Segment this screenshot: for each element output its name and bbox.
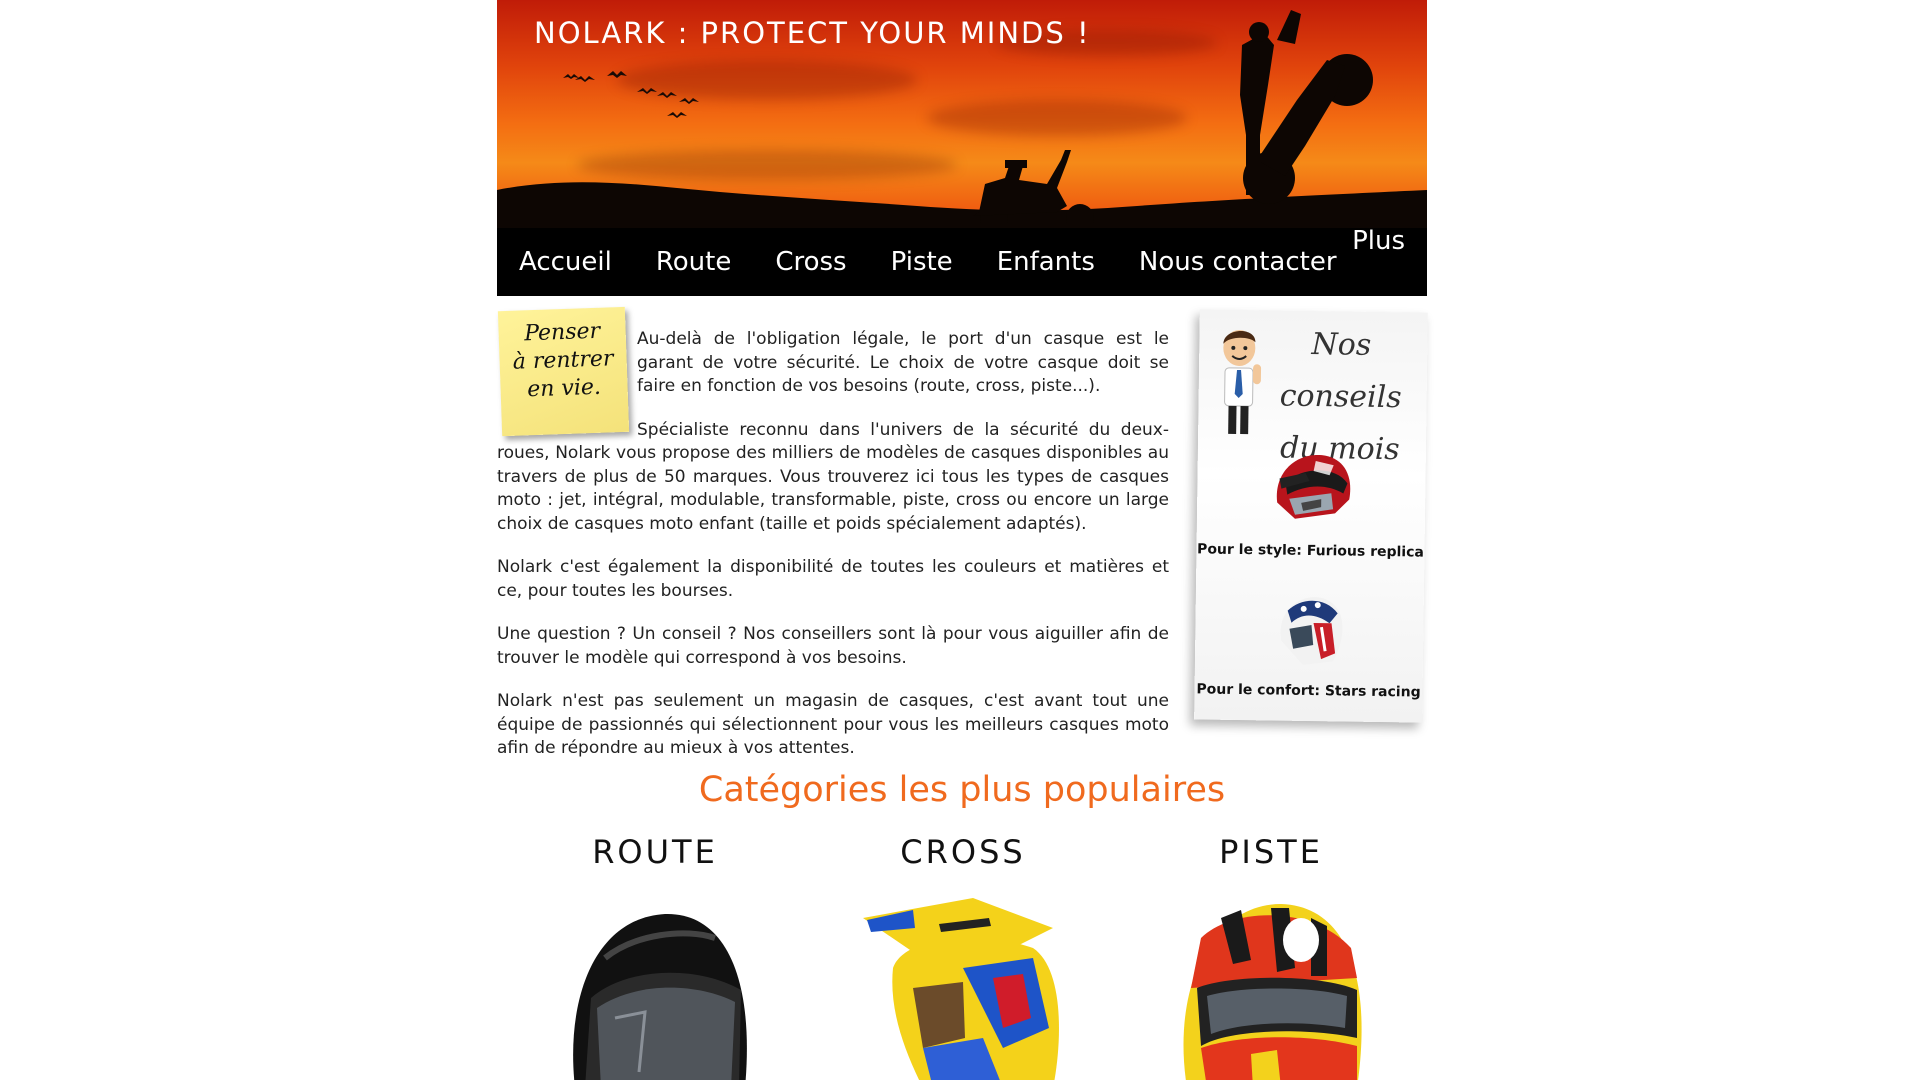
nav-item-piste[interactable]: Piste [891,247,953,277]
piste-helmet-image[interactable] [1161,878,1381,1080]
stars-racing-helmet-image[interactable] [1263,582,1356,675]
birds-icon [563,71,699,118]
category-route[interactable]: ROUTE [545,830,765,1080]
nav-item-plus[interactable]: Plus [1352,226,1405,256]
advice-caption[interactable]: Pour le confort: Stars racing [1194,681,1422,700]
categories-title: Catégories les plus populaires [698,770,1226,810]
intro-paragraph: Au-delà de l'obligation légale, le port … [637,329,1169,396]
nav-item-enfants[interactable]: Enfants [997,247,1095,277]
furious-replica-helmet-image[interactable] [1265,442,1358,535]
page: NOLARK : PROTECT YOUR MINDS ! Accueil Ro… [0,0,1920,1080]
category-piste[interactable]: PISTE [1161,830,1381,1080]
intro-paragraph: Une question ? Un conseil ? Nos conseill… [497,624,1169,668]
nav-item-nous-contacter[interactable]: Nous contacter [1139,247,1337,277]
intro-paragraph: Spécialiste reconnu dans l'univers de la… [497,419,1169,534]
advice-caption[interactable]: Pour le style: Furious replica [1196,541,1424,560]
route-helmet-image[interactable] [545,878,765,1080]
category-label[interactable]: CROSS [853,830,1073,874]
advice-title-line: Nos conseils [1279,326,1402,416]
intro-paragraph: Nolark n'est pas seulement un magasin de… [497,691,1169,758]
header-banner: NOLARK : PROTECT YOUR MINDS ! Accueil Ro… [497,0,1427,296]
main-nav: Accueil Route Cross Piste Enfants Nous c… [497,226,1427,296]
nav-item-cross[interactable]: Cross [775,247,846,277]
category-cross[interactable]: CROSS [853,830,1073,1080]
nav-item-accueil[interactable]: Accueil [519,247,612,277]
category-label[interactable]: PISTE [1161,830,1381,874]
monthly-advice-panel: Nos conseils du mois Pour le style: Furi… [1194,309,1428,723]
intro-text: Au-delà de l'obligation légale, le port … [497,328,1169,781]
intro-paragraph: Nolark c'est également la disponibilité … [497,557,1169,601]
cross-helmet-image[interactable] [853,878,1073,1080]
nav-item-route[interactable]: Route [656,247,731,277]
category-label[interactable]: ROUTE [545,830,765,874]
